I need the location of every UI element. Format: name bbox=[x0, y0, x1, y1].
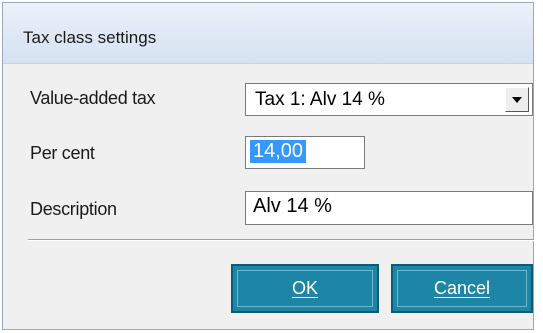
ok-button-label: OK bbox=[291, 278, 318, 298]
vat-selected-value: Tax 1: Alv 14 % bbox=[255, 89, 385, 110]
percent-label: Per cent bbox=[30, 143, 95, 163]
vat-dropdown[interactable]: Tax 1: Alv 14 % bbox=[245, 83, 533, 116]
cancel-button[interactable]: Cancel bbox=[391, 264, 533, 313]
dropdown-button[interactable] bbox=[505, 87, 529, 112]
separator bbox=[28, 239, 534, 241]
percent-value: 14,00 bbox=[250, 140, 307, 163]
chevron-down-icon bbox=[512, 97, 522, 103]
dialog-title: Tax class settings bbox=[23, 28, 157, 47]
description-input[interactable]: Alv 14 % bbox=[245, 191, 533, 225]
title-bar: Tax class settings bbox=[3, 3, 533, 64]
description-value: Alv 14 % bbox=[253, 195, 332, 217]
description-label: Description bbox=[30, 199, 117, 219]
percent-input[interactable]: 14,00 bbox=[245, 136, 365, 169]
ok-button[interactable]: OK bbox=[231, 264, 379, 313]
vat-label: Value-added tax bbox=[30, 88, 156, 108]
cancel-button-label: Cancel bbox=[433, 278, 491, 298]
tax-class-dialog: Tax class settings Value-added tax Tax 1… bbox=[2, 2, 534, 330]
